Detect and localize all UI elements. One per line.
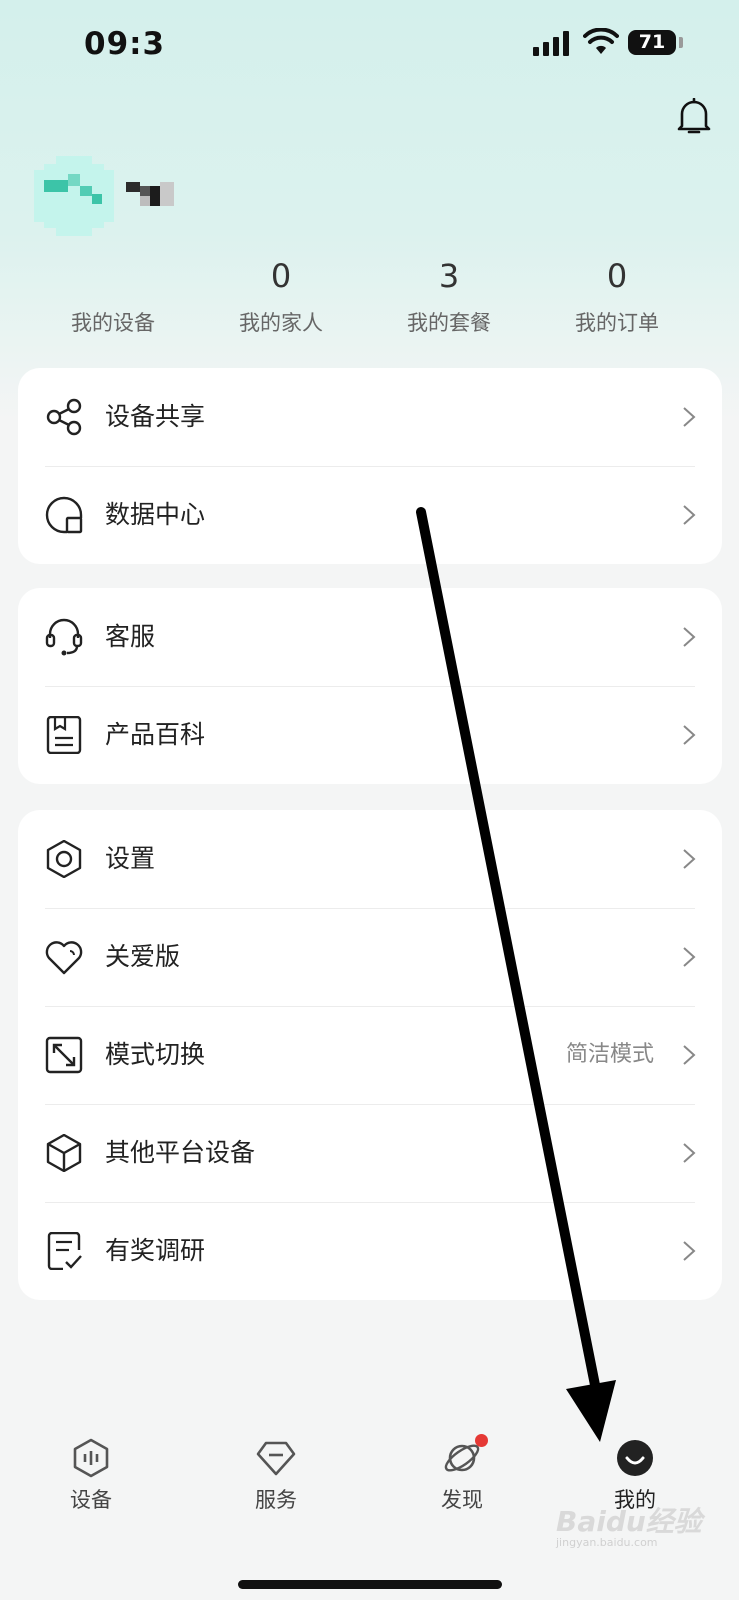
menu-item-product-encyclopedia[interactable]: 产品百科 xyxy=(18,686,722,784)
status-time: 09:3 xyxy=(84,26,166,62)
menu-item-survey[interactable]: 有奖调研 xyxy=(18,1202,722,1300)
service-tab-icon xyxy=(256,1441,296,1476)
survey-icon xyxy=(47,1232,82,1270)
menu-item-label: 有奖调研 xyxy=(105,1236,206,1265)
stats-row: 我的设备 0 我的家人 3 我的套餐 0 我的订单 xyxy=(27,255,707,345)
stat-my-plans[interactable]: 3 我的套餐 xyxy=(363,255,535,337)
chevron-right-icon xyxy=(683,505,696,525)
stat-label: 我的设备 xyxy=(71,311,155,335)
menu-item-care-edition[interactable]: 关爱版 xyxy=(18,908,722,1006)
notification-bell-icon[interactable] xyxy=(676,98,712,136)
stat-my-devices[interactable]: 我的设备 xyxy=(27,255,199,337)
chevron-right-icon xyxy=(683,1045,696,1065)
stat-my-orders[interactable]: 0 我的订单 xyxy=(531,255,703,337)
settings-hexagon-icon xyxy=(46,840,82,878)
device-tab-icon xyxy=(73,1438,109,1478)
tab-label: 服务 xyxy=(255,1488,297,1512)
menu-item-label: 产品百科 xyxy=(105,720,206,749)
menu-item-label: 设置 xyxy=(105,844,156,873)
current-mode-value: 简洁模式 xyxy=(565,1042,654,1067)
data-center-icon xyxy=(45,496,83,534)
menu-item-label: 关爱版 xyxy=(105,942,181,971)
stat-label: 我的订单 xyxy=(575,311,659,335)
chevron-right-icon xyxy=(683,407,696,427)
chevron-right-icon xyxy=(683,1143,696,1163)
battery-tip xyxy=(679,37,683,48)
chevron-right-icon xyxy=(683,849,696,869)
menu-item-settings[interactable]: 设置 xyxy=(18,810,722,908)
menu-card-support: 客服 产品百科 xyxy=(18,588,722,784)
menu-card-sharing: 设备共享 数据中心 xyxy=(18,368,722,564)
chevron-right-icon xyxy=(683,627,696,647)
battery-icon: 71 xyxy=(628,30,676,55)
chevron-right-icon xyxy=(683,947,696,967)
chevron-right-icon xyxy=(683,1241,696,1261)
watermark-brand: Baidu经验 xyxy=(556,1505,702,1538)
cellular-signal-icon xyxy=(533,30,569,56)
discover-icon-wrap xyxy=(442,1434,488,1478)
book-icon xyxy=(46,716,82,754)
tab-service[interactable]: 服务 xyxy=(211,1420,341,1514)
cube-icon xyxy=(46,1134,82,1172)
menu-item-label: 模式切换 xyxy=(105,1040,206,1069)
stat-label: 我的家人 xyxy=(239,311,323,335)
menu-item-label: 客服 xyxy=(105,622,156,651)
menu-item-mode-switch[interactable]: 模式切换 简洁模式 xyxy=(18,1006,722,1104)
avatar[interactable] xyxy=(34,156,114,236)
home-indicator[interactable] xyxy=(238,1580,502,1589)
stat-my-family[interactable]: 0 我的家人 xyxy=(195,255,367,337)
menu-item-data-center[interactable]: 数据中心 xyxy=(18,466,722,564)
menu-item-label: 数据中心 xyxy=(105,500,206,529)
stat-value: 3 xyxy=(438,257,460,295)
stat-value xyxy=(27,255,199,297)
stat-value: 0 xyxy=(606,257,628,295)
chevron-right-icon xyxy=(683,725,696,745)
notification-badge-dot xyxy=(475,1434,488,1447)
menu-item-device-sharing[interactable]: 设备共享 xyxy=(18,368,722,466)
tab-device[interactable]: 设备 xyxy=(26,1420,156,1514)
username-mosaic xyxy=(126,182,174,206)
status-bar: 09:3 71 xyxy=(0,0,739,90)
stat-label: 我的套餐 xyxy=(407,311,491,335)
menu-item-other-platform-devices[interactable]: 其他平台设备 xyxy=(18,1104,722,1202)
stat-value: 0 xyxy=(270,257,292,295)
headset-icon xyxy=(45,618,83,656)
wifi-icon xyxy=(583,28,619,54)
tab-label: 发现 xyxy=(441,1488,483,1512)
menu-item-label: 其他平台设备 xyxy=(105,1138,256,1167)
heart-icon xyxy=(45,941,83,975)
tab-label: 设备 xyxy=(70,1488,112,1512)
mode-switch-icon xyxy=(45,1036,83,1074)
menu-item-label: 设备共享 xyxy=(105,402,206,431)
menu-item-customer-service[interactable]: 客服 xyxy=(18,588,722,686)
profile-smile-icon xyxy=(617,1440,653,1476)
tab-discover[interactable]: 发现 xyxy=(397,1420,527,1514)
menu-card-general: 设置 关爱版 模式切换 简洁模式 其他平台设备 有奖调研 xyxy=(18,810,722,1300)
watermark-logo: Baidu经验 jingyan.baidu.com xyxy=(556,1500,706,1552)
share-icon xyxy=(46,398,82,436)
